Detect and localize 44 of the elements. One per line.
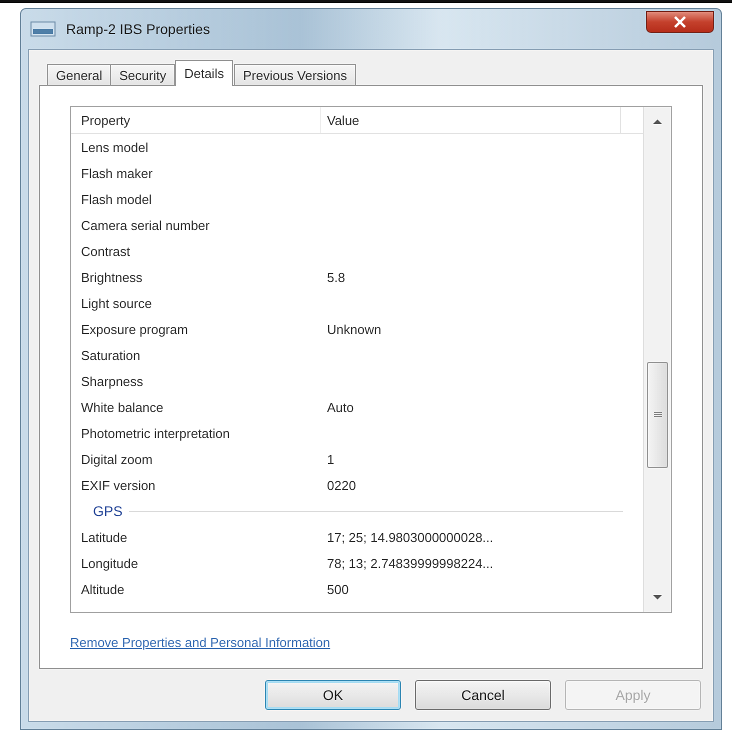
grip-icon [654,412,662,418]
dialog-button[interactable]: OK [265,680,401,710]
property-name: Digital zoom [80,452,154,466]
scroll-thumb[interactable] [647,362,668,468]
scroll-down-icon[interactable] [653,594,662,600]
group-heading: GPS [93,503,123,519]
property-value: 5.8 [326,270,346,284]
close-icon [673,16,687,28]
dialog-button[interactable]: Cancel [415,680,551,710]
scroll-up-icon[interactable] [653,119,662,125]
window-title: Ramp-2 IBS Properties [66,21,210,37]
property-name: Contrast [80,244,132,258]
property-name: Photometric interpretation [80,426,231,440]
window-icon [30,20,56,38]
property-name: Sharpness [80,374,144,388]
property-name: Latitude [80,530,128,544]
property-name: Saturation [80,348,142,362]
property-name: Flash model [80,192,153,206]
property-name: Camera serial number [80,218,211,232]
column-header[interactable]: Value [321,107,621,133]
property-value: 78; 13; 2.74839999998224... [326,556,494,570]
property-value: 0220 [326,478,356,492]
tab[interactable]: Details [175,60,233,86]
property-name: Light source [80,296,153,310]
scrollbar[interactable] [643,107,671,612]
property-value: 17; 25; 14.9803000000028... [326,530,494,544]
property-name: Brightness [80,270,144,284]
tab[interactable]: Previous Versions [234,64,356,86]
close-button[interactable] [646,11,714,33]
remove-properties-link[interactable]: Remove Properties and Personal Information [70,635,330,650]
property-value: 500 [326,582,349,596]
property-name: Exposure program [80,322,189,336]
property-name: Flash maker [80,166,154,180]
tab[interactable]: Security [110,64,176,86]
property-name: EXIF version [80,478,156,492]
property-value: Auto [326,400,354,414]
column-header[interactable]: Property [71,107,321,133]
property-name: Altitude [80,582,126,596]
property-value: 1 [326,452,334,466]
property-value: Unknown [326,322,382,336]
property-name: Lens model [80,140,150,154]
property-name: Longitude [80,556,140,570]
tab[interactable]: General [47,64,112,86]
property-name: White balance [80,400,164,414]
